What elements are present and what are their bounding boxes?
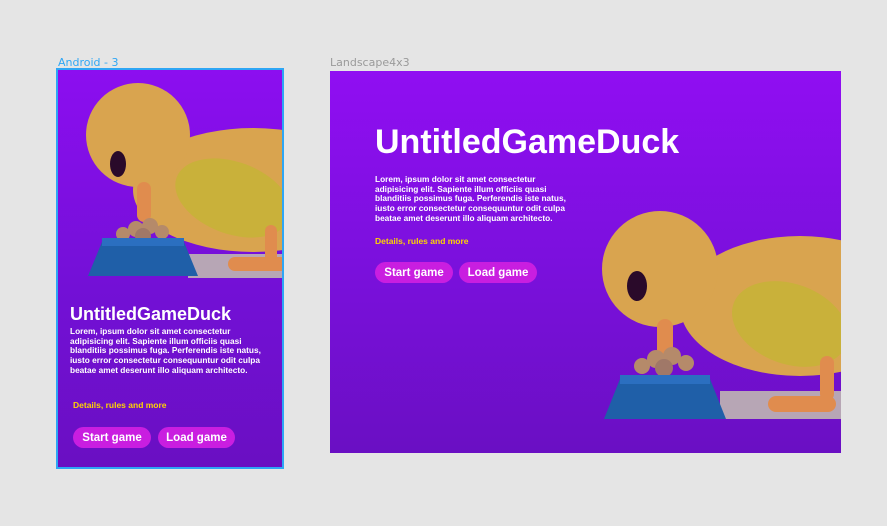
details-link[interactable]: Details, rules and more bbox=[73, 400, 167, 410]
game-title: UntitledGameDuck bbox=[70, 304, 232, 324]
android-frame-label[interactable]: Android - 3 bbox=[58, 56, 119, 69]
duck-illustration bbox=[86, 83, 282, 278]
load-game-button[interactable]: Load game bbox=[459, 262, 537, 283]
duck-illustration bbox=[602, 211, 841, 419]
start-game-button[interactable]: Start game bbox=[375, 262, 453, 283]
load-game-button[interactable]: Load game bbox=[158, 427, 235, 448]
game-title: UntitledGameDuck bbox=[375, 123, 680, 161]
landscape-frame-label[interactable]: Landscape4x3 bbox=[330, 56, 410, 69]
android-frame[interactable]: UntitledGameDuck Lorem, ipsum dolor sit … bbox=[56, 68, 284, 469]
game-description: Lorem, ipsum dolor sit amet consectetur … bbox=[375, 174, 566, 223]
game-description: Lorem, ipsum dolor sit amet consectetur … bbox=[70, 326, 261, 375]
details-link[interactable]: Details, rules and more bbox=[375, 236, 469, 246]
start-game-button[interactable]: Start game bbox=[73, 427, 151, 448]
landscape-frame[interactable]: UntitledGameDuck Lorem, ipsum dolor sit … bbox=[330, 71, 841, 453]
